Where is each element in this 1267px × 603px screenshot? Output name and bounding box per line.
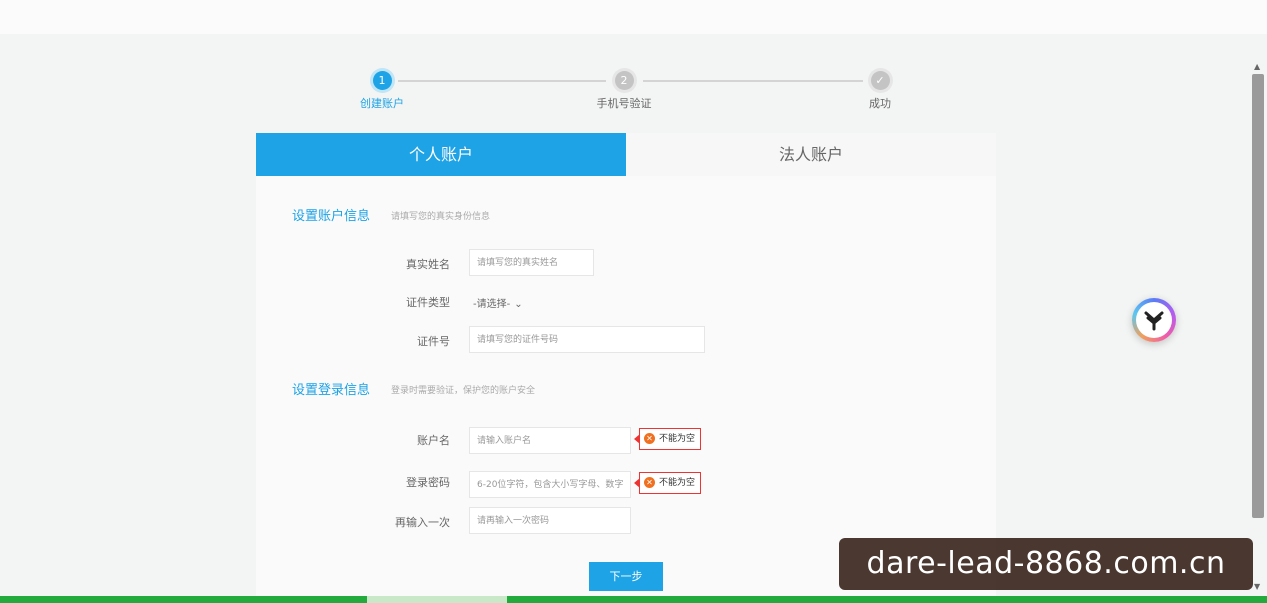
account-info-title: 设置账户信息 [292, 209, 371, 224]
scroll-up-icon[interactable]: ▲ [1254, 62, 1260, 71]
id-number-input[interactable]: 请填写您的证件号码 [469, 326, 705, 353]
id-type-select[interactable]: -请选择- ⌄ [473, 295, 523, 310]
step-phone-verify: 2 手机号验证 [569, 71, 679, 111]
password-input[interactable]: 6-20位字符，包含大小写字母、数字 [469, 471, 631, 498]
confirm-password-input[interactable]: 请再输入一次密码 [469, 507, 631, 534]
bottom-taskbar [0, 596, 1267, 603]
real-name-placeholder: 请填写您的真实姓名 [477, 258, 559, 268]
step-success: ✓ 成功 [825, 71, 935, 111]
app-logo-glyph [1144, 311, 1164, 331]
username-error-text: 不能为空 [659, 434, 696, 444]
id-number-placeholder: 请填写您的证件号码 [477, 335, 559, 345]
scroll-down-icon[interactable]: ▼ [1254, 582, 1260, 591]
step-3-label: 成功 [869, 97, 891, 110]
step-create-account: 1 创建账户 [327, 71, 437, 111]
password-error-text: 不能为空 [659, 478, 696, 488]
confirm-password-label: 再输入一次 [395, 516, 450, 529]
password-label: 登录密码 [406, 476, 450, 489]
check-icon: ✓ [870, 71, 890, 90]
id-number-label: 证件号 [417, 335, 450, 348]
taskbar-item[interactable] [367, 596, 507, 603]
password-placeholder: 6-20位字符，包含大小写字母、数字 [477, 480, 624, 490]
top-bar [0, 0, 1267, 34]
login-info-subtitle: 登录时需要验证，保护您的账户安全 [391, 386, 536, 396]
login-info-title: 设置登录信息 [292, 383, 371, 398]
password-error: ✕ 不能为空 [633, 472, 702, 494]
id-type-label: 证件类型 [406, 296, 450, 309]
app-logo-inner [1136, 302, 1172, 338]
step-1-icon: 1 [372, 71, 392, 90]
chevron-down-icon: ⌄ [514, 299, 523, 310]
username-placeholder: 请输入账户名 [477, 436, 532, 446]
username-input[interactable]: 请输入账户名 [469, 427, 631, 454]
app-logo-icon[interactable] [1132, 298, 1176, 342]
confirm-password-placeholder: 请再输入一次密码 [477, 516, 550, 526]
real-name-input[interactable]: 请填写您的真实姓名 [469, 249, 594, 276]
tab-personal-label: 个人账户 [408, 145, 473, 164]
watermark: dare-lead-8868.com.cn [839, 538, 1253, 590]
x-circle-icon: ✕ [644, 477, 655, 488]
next-step-button[interactable]: 下一步 [589, 562, 663, 591]
step-1-label: 创建账户 [360, 97, 404, 110]
tab-corporate-account[interactable]: 法人账户 [626, 133, 996, 176]
scrollbar-thumb[interactable] [1252, 74, 1264, 518]
step-2-label: 手机号验证 [596, 97, 652, 110]
username-label: 账户名 [417, 434, 450, 447]
step-2-icon: 2 [614, 71, 634, 90]
id-type-value: -请选择- [473, 299, 511, 310]
x-circle-icon: ✕ [644, 433, 655, 444]
tab-corporate-label: 法人账户 [778, 145, 843, 164]
username-error: ✕ 不能为空 [633, 428, 702, 450]
real-name-label: 真实姓名 [406, 258, 450, 271]
account-info-subtitle: 请填写您的真实身份信息 [391, 212, 491, 222]
tab-personal-account[interactable]: 个人账户 [256, 133, 626, 185]
